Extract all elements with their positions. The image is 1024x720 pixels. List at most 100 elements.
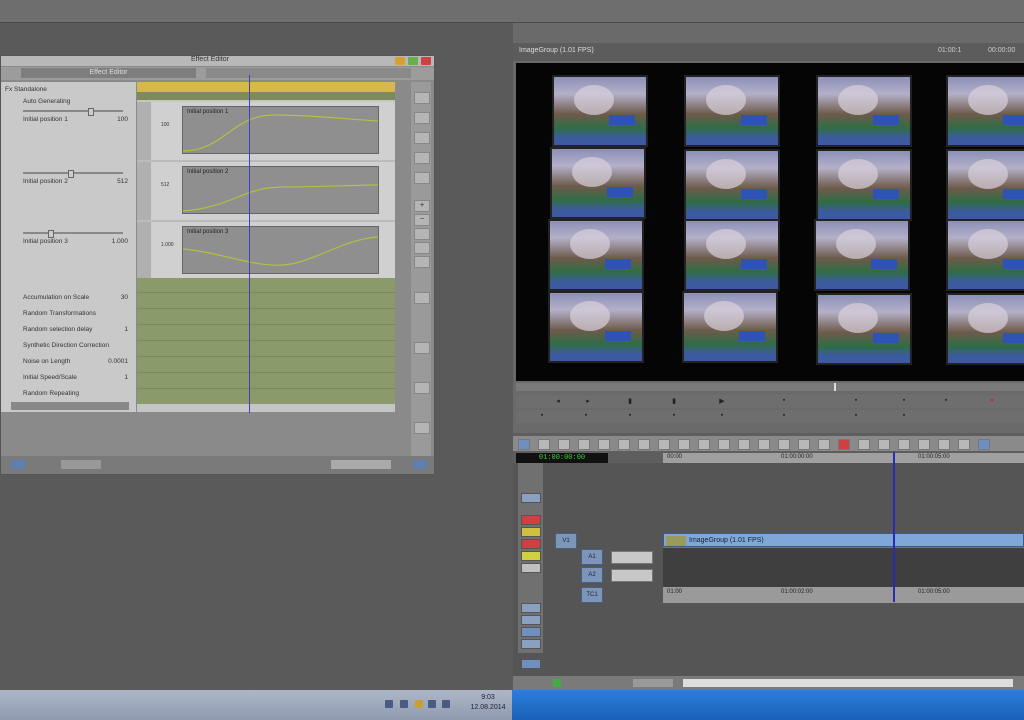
- tool-button[interactable]: [414, 422, 430, 434]
- track-tc1-selector[interactable]: TC1: [581, 587, 603, 603]
- tool-button[interactable]: [414, 228, 430, 240]
- track-button[interactable]: [521, 493, 541, 503]
- step-back-button[interactable]: ◂: [552, 397, 564, 405]
- volume-icon[interactable]: [442, 700, 450, 708]
- mark-in-button[interactable]: ▮: [624, 397, 636, 405]
- minimize-button[interactable]: [395, 57, 405, 65]
- control-button[interactable]: ▪: [850, 412, 862, 420]
- track-v1-selector[interactable]: V1: [555, 533, 577, 549]
- param-row[interactable]: Initial position 1 100: [1, 114, 136, 126]
- param-value[interactable]: 100: [117, 116, 128, 123]
- tool-button[interactable]: [414, 92, 430, 104]
- record-button[interactable]: ●: [986, 397, 998, 405]
- control-button[interactable]: ▪: [580, 412, 592, 420]
- timeline-tool[interactable]: [658, 439, 670, 450]
- control-button[interactable]: ▪: [536, 412, 548, 420]
- param-slider[interactable]: [23, 230, 123, 238]
- timeline-tool[interactable]: [518, 439, 530, 450]
- track-a2-selector[interactable]: A2: [581, 567, 603, 583]
- control-button[interactable]: ▪: [898, 412, 910, 420]
- tool-button[interactable]: [414, 342, 430, 354]
- footer-controls[interactable]: [61, 460, 101, 469]
- param-row[interactable]: Fx Standalone: [1, 84, 136, 96]
- track-button[interactable]: [521, 659, 541, 669]
- monitor-clip-name[interactable]: ImageGroup (1.01 FPS): [519, 47, 594, 54]
- step-forward-button[interactable]: ▸: [582, 397, 594, 405]
- tool-button[interactable]: [414, 132, 430, 144]
- track-volume-box[interactable]: [611, 569, 653, 582]
- keyframe-graph[interactable]: Initial position 1 100: [137, 102, 395, 162]
- tray-icon[interactable]: [385, 700, 393, 708]
- timeline-ruler[interactable]: 00:00 01:00:00:00 01:00:05:00: [663, 453, 1024, 463]
- timeline-tool[interactable]: [918, 439, 930, 450]
- tool-button[interactable]: [414, 256, 430, 268]
- tool-button[interactable]: [414, 292, 430, 304]
- timeline-tool[interactable]: [758, 439, 770, 450]
- timeline-tool[interactable]: [578, 439, 590, 450]
- tray-icon[interactable]: [415, 700, 423, 708]
- tray-icon[interactable]: [428, 700, 436, 708]
- footer-button[interactable]: [11, 460, 25, 469]
- control-button[interactable]: ▪: [850, 397, 862, 405]
- param-row[interactable]: Auto Generating: [1, 96, 136, 108]
- param-dropdown[interactable]: [11, 402, 129, 410]
- timeline-tool[interactable]: [818, 439, 830, 450]
- timeline-tool-red[interactable]: [838, 439, 850, 450]
- graph-plot[interactable]: Initial position 3: [182, 226, 379, 274]
- footer-button[interactable]: [413, 460, 427, 469]
- keyframe-tracks-area[interactable]: [137, 278, 395, 404]
- timeline-tool[interactable]: [878, 439, 890, 450]
- master-timecode[interactable]: 01:00:00:00: [516, 453, 608, 463]
- timeline-tool[interactable]: [718, 439, 730, 450]
- param-row[interactable]: Accumulation on Scale 30: [1, 292, 136, 304]
- audio-track-area[interactable]: [663, 547, 1024, 588]
- zoom-out-icon[interactable]: −: [414, 214, 430, 226]
- timeline-clip[interactable]: ImageGroup (1.01 FPS): [663, 533, 1024, 547]
- control-button[interactable]: ▪: [778, 412, 790, 420]
- effect-name-dropdown[interactable]: Effect Editor: [21, 68, 196, 78]
- timeline-tool[interactable]: [678, 439, 690, 450]
- track-button[interactable]: [521, 627, 541, 637]
- timeline-tool[interactable]: [538, 439, 550, 450]
- timeline-tool[interactable]: [938, 439, 950, 450]
- param-row[interactable]: Synthetic Direction Correction: [1, 340, 136, 352]
- effect-playhead[interactable]: [249, 75, 250, 413]
- track-color[interactable]: [521, 551, 541, 561]
- maximize-button[interactable]: [408, 57, 418, 65]
- param-row[interactable]: Initial position 2 512: [1, 176, 136, 188]
- param-row[interactable]: Random Repeating: [1, 388, 136, 400]
- position-indicator[interactable]: [834, 383, 836, 391]
- control-button[interactable]: ▪: [668, 412, 680, 420]
- effect-options-field[interactable]: [206, 68, 411, 78]
- tool-button[interactable]: [414, 172, 430, 184]
- graph-plot[interactable]: Initial position 2: [182, 166, 379, 214]
- param-value[interactable]: 30: [121, 294, 128, 301]
- tray-icon[interactable]: [400, 700, 408, 708]
- param-row[interactable]: Initial position 3 1.000: [1, 236, 136, 248]
- param-value[interactable]: 1: [124, 326, 128, 333]
- control-button[interactable]: ▪: [940, 397, 952, 405]
- control-button[interactable]: ▪: [898, 397, 910, 405]
- timeline-tool[interactable]: [598, 439, 610, 450]
- timeline-tool[interactable]: [738, 439, 750, 450]
- control-button[interactable]: ▪: [624, 412, 636, 420]
- timeline-tool[interactable]: [958, 439, 970, 450]
- timeline-tool[interactable]: [698, 439, 710, 450]
- timeline-tool[interactable]: [898, 439, 910, 450]
- track-button[interactable]: [521, 639, 541, 649]
- timeline-tool[interactable]: [978, 439, 990, 450]
- position-bar[interactable]: [516, 383, 1024, 391]
- keyframe-ruler[interactable]: [137, 82, 395, 92]
- tool-button[interactable]: [414, 382, 430, 394]
- param-row[interactable]: Initial Speed/Scale 1: [1, 372, 136, 384]
- control-button[interactable]: ▪: [716, 412, 728, 420]
- param-value[interactable]: 512: [117, 178, 128, 185]
- timeline-tool[interactable]: [558, 439, 570, 450]
- param-value[interactable]: 1.000: [112, 238, 128, 245]
- track-color[interactable]: [521, 539, 541, 549]
- tool-button[interactable]: [414, 152, 430, 164]
- timeline-tool[interactable]: [778, 439, 790, 450]
- track-button[interactable]: [521, 615, 541, 625]
- graph-plot[interactable]: Initial position 1: [182, 106, 379, 154]
- param-row[interactable]: Random selection delay 1: [1, 324, 136, 336]
